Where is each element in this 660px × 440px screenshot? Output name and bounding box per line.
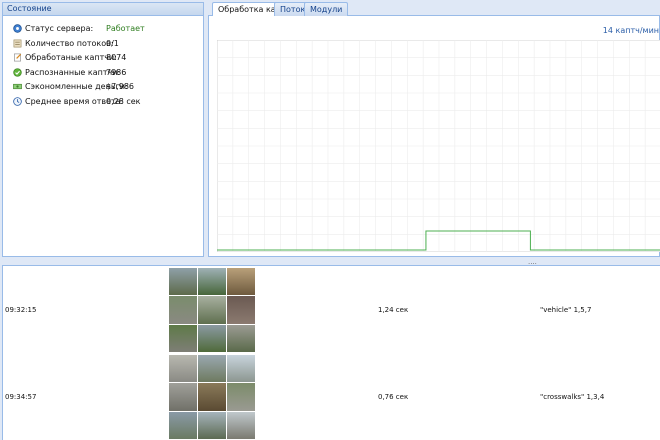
captcha-tile bbox=[169, 355, 197, 383]
status-panel-title: Состояние bbox=[3, 3, 203, 16]
server-status-label: Статус сервера: bbox=[25, 24, 94, 33]
status-row-processed: Обработаные каптчи: 8074 bbox=[13, 51, 203, 66]
captcha-log: 09:32:15 1,24 сек "vehicle" 1,5,7 09:34:… bbox=[2, 265, 660, 440]
processed-icon bbox=[14, 53, 22, 62]
status-row-threads: Количество потоков: 0/1 bbox=[13, 37, 203, 52]
captcha-image bbox=[169, 355, 255, 439]
log-time: 09:32:15 bbox=[5, 306, 37, 314]
status-row-money: Сэкономленные деньги: $7,986 bbox=[13, 80, 203, 95]
captcha-tile bbox=[169, 383, 197, 411]
captcha-tile bbox=[198, 355, 226, 383]
captcha-image bbox=[169, 268, 255, 352]
status-row-response-time: Среднее время ответа: 0,28 сек bbox=[13, 95, 203, 110]
processed-label: Обработаные каптчи: bbox=[25, 53, 117, 62]
threads-icon bbox=[13, 39, 22, 47]
captcha-tile bbox=[227, 296, 255, 324]
log-row[interactable]: 09:32:15 1,24 сек "vehicle" 1,5,7 bbox=[3, 266, 660, 352]
captcha-tile bbox=[227, 383, 255, 411]
captcha-tile bbox=[169, 268, 197, 296]
captcha-tile bbox=[169, 411, 197, 439]
captcha-tile bbox=[227, 411, 255, 439]
threads-value: 0/1 bbox=[106, 38, 119, 48]
captcha-tile bbox=[198, 383, 226, 411]
server-status-value: Работает bbox=[106, 24, 145, 33]
captcha-tile bbox=[198, 411, 226, 439]
log-answer: "vehicle" 1,5,7 bbox=[540, 306, 592, 314]
tab-modules[interactable]: Модули bbox=[304, 2, 349, 16]
captcha-tile bbox=[169, 324, 197, 352]
processed-value: 8074 bbox=[106, 53, 127, 62]
server-status-icon bbox=[13, 24, 22, 33]
log-row[interactable]: 09:34:57 0,76 сек "crosswalks" 1,3,4 bbox=[3, 353, 660, 439]
money-icon bbox=[13, 83, 22, 90]
captcha-tile bbox=[227, 324, 255, 352]
tab-content: 14 каптч/мин bbox=[208, 16, 660, 257]
recognized-check-icon bbox=[13, 67, 22, 77]
captcha-tile bbox=[198, 268, 226, 296]
clock-icon bbox=[13, 96, 22, 106]
captcha-tile bbox=[198, 296, 226, 324]
tab-bar: Обработка каптч Потоки Модули bbox=[208, 2, 660, 17]
log-answer: "crosswalks" 1,3,4 bbox=[540, 393, 605, 401]
captcha-tile bbox=[227, 268, 255, 296]
status-list: Статус сервера: Работает Количество пото… bbox=[3, 16, 203, 109]
money-value: $7,986 bbox=[106, 82, 134, 91]
captcha-tile bbox=[227, 355, 255, 383]
recognized-value: 7986 bbox=[106, 67, 127, 77]
log-duration: 1,24 сек bbox=[378, 306, 409, 314]
captcha-rate-chart bbox=[217, 40, 660, 252]
threads-label: Количество потоков: bbox=[25, 38, 114, 48]
app-window: Состояние Статус сервера: Работает Колич… bbox=[0, 0, 660, 440]
status-row-server: Статус сервера: Работает bbox=[13, 22, 203, 37]
response-time-value: 0,28 сек bbox=[106, 96, 141, 106]
tabs-panel: Обработка каптч Потоки Модули 14 каптч/м… bbox=[208, 2, 660, 257]
log-time: 09:34:57 bbox=[5, 393, 37, 401]
captcha-tile bbox=[198, 324, 226, 352]
status-row-recognized: Распознанные каптчи: 7986 bbox=[13, 66, 203, 81]
captcha-tile bbox=[169, 296, 197, 324]
captcha-rate-label: 14 каптч/мин bbox=[602, 26, 659, 35]
status-panel: Состояние Статус сервера: Работает Колич… bbox=[2, 2, 204, 257]
log-duration: 0,76 сек bbox=[378, 393, 409, 401]
